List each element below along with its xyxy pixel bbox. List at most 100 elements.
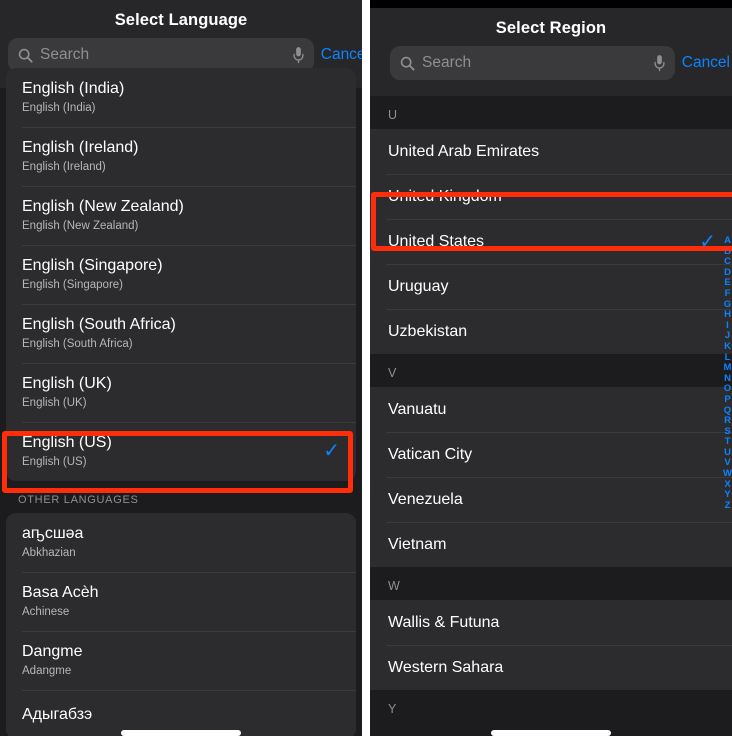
language-row-text: аҧсшәа Abkhazian bbox=[22, 523, 83, 561]
other-languages-group: аҧсшәа Abkhazian Basa Acèh Achinese Dangme Ad… bbox=[6, 513, 356, 736]
cancel-button-region[interactable]: Cancel bbox=[682, 54, 732, 72]
language-native-name: English (UK) bbox=[22, 375, 112, 392]
region-row[interactable]: United Kingdom bbox=[370, 174, 732, 219]
index-letter[interactable]: F bbox=[725, 288, 731, 300]
language-row[interactable]: English (Singapore) English (Singapore) bbox=[6, 245, 356, 304]
region-row[interactable]: Western Sahara bbox=[370, 645, 732, 690]
language-row[interactable]: аҧсшәа Abkhazian bbox=[6, 513, 356, 572]
microphone-icon[interactable] bbox=[292, 46, 305, 64]
language-native-name: English (New Zealand) bbox=[22, 198, 184, 215]
language-english-name: English (US) bbox=[22, 456, 87, 468]
home-indicator-left bbox=[121, 730, 241, 736]
language-row-text: Dangme Adangme bbox=[22, 641, 82, 679]
region-name: United Kingdom bbox=[388, 188, 502, 205]
checkmark-icon: ✓ bbox=[323, 440, 340, 462]
region-name: Western Sahara bbox=[388, 659, 504, 676]
language-english-name: Adangme bbox=[22, 665, 72, 677]
region-name: United States bbox=[388, 233, 485, 250]
checkmark-icon: ✓ bbox=[699, 230, 716, 253]
region-row[interactable]: Uzbekistan bbox=[370, 309, 732, 354]
language-english-name: English (New Zealand) bbox=[22, 220, 139, 232]
language-row[interactable]: English (US) English (US) ✓ bbox=[6, 422, 356, 481]
index-letter[interactable]: A bbox=[724, 235, 731, 247]
search-input-region[interactable]: Search bbox=[390, 46, 675, 80]
home-indicator-area-left bbox=[0, 722, 362, 736]
region-section-header: V bbox=[370, 354, 732, 387]
index-letter[interactable]: K bbox=[724, 341, 731, 353]
language-english-name: English (Singapore) bbox=[22, 279, 124, 291]
language-native-name: English (Singapore) bbox=[22, 257, 163, 274]
region-group: Vanuatu Vatican City Venezuela Vietnam bbox=[370, 387, 732, 567]
language-row-text: English (India) English (India) bbox=[22, 78, 124, 116]
region-name: Uruguay bbox=[388, 278, 449, 295]
language-row[interactable]: English (UK) English (UK) bbox=[6, 363, 356, 422]
region-nav-bar: Select Region Search Cancel bbox=[370, 8, 732, 96]
search-input-language[interactable]: Search bbox=[8, 38, 314, 72]
index-letter[interactable]: Z bbox=[725, 500, 731, 512]
page-title-region: Select Region bbox=[495, 19, 607, 37]
language-native-name: English (South Africa) bbox=[22, 316, 176, 333]
panel-divider bbox=[362, 0, 370, 736]
region-name: Uzbekistan bbox=[388, 323, 468, 340]
home-indicator-area-right bbox=[370, 722, 732, 736]
cancel-button-language[interactable]: Cancel bbox=[321, 46, 362, 64]
language-row[interactable]: English (India) English (India) bbox=[6, 68, 356, 127]
region-row[interactable]: Wallis & Futuna bbox=[370, 600, 732, 645]
select-language-panel: Select Language Search Cance English (In… bbox=[0, 0, 362, 736]
language-row-text: English (US) English (US) bbox=[22, 432, 112, 470]
region-name: Vatican City bbox=[388, 446, 473, 463]
language-list-scroll[interactable]: English (India) English (India) English (I… bbox=[0, 68, 362, 736]
language-row-text: English (South Africa) English (South Afr… bbox=[22, 314, 176, 352]
language-row[interactable]: English (New Zealand) English (New Zealan… bbox=[6, 186, 356, 245]
language-row-text: English (Ireland) English (Ireland) bbox=[22, 137, 139, 175]
language-native-name: Dangme bbox=[22, 643, 83, 660]
language-english-name: English (India) bbox=[22, 102, 96, 114]
search-icon bbox=[18, 48, 33, 63]
search-icon bbox=[400, 56, 415, 71]
select-region-panel: Select Region Search Cancel U United Ara… bbox=[370, 0, 732, 736]
language-english-name: Abkhazian bbox=[22, 547, 76, 559]
language-native-name: Basa Acèh bbox=[22, 584, 99, 601]
other-languages-header: OTHER LANGUAGES bbox=[18, 494, 139, 506]
language-row-text: Basa Acèh Achinese bbox=[22, 582, 99, 620]
region-name: Wallis & Futuna bbox=[388, 614, 500, 631]
home-indicator-right bbox=[491, 730, 611, 736]
index-letter[interactable]: P bbox=[724, 394, 730, 406]
alphabet-index-strip[interactable]: ABCDEFGHIJKLMNOPQRSTUVWXYZ bbox=[721, 235, 732, 512]
search-placeholder-region: Search bbox=[422, 54, 472, 71]
page-title-language: Select Language bbox=[114, 11, 248, 29]
language-row[interactable]: Basa Acèh Achinese bbox=[6, 572, 356, 631]
region-group: Wallis & Futuna Western Sahara bbox=[370, 600, 732, 690]
region-row[interactable]: United Arab Emirates bbox=[370, 129, 732, 174]
search-placeholder-language: Search bbox=[40, 46, 90, 63]
region-name: Venezuela bbox=[388, 491, 463, 508]
region-row[interactable]: Uruguay bbox=[370, 264, 732, 309]
region-row[interactable]: Vietnam bbox=[370, 522, 732, 567]
region-name: United Arab Emirates bbox=[388, 143, 540, 160]
region-row[interactable]: Vanuatu bbox=[370, 387, 732, 432]
language-english-name: English (UK) bbox=[22, 397, 87, 409]
region-list-scroll[interactable]: U United Arab Emirates United Kingdom Unite… bbox=[370, 96, 732, 723]
microphone-icon[interactable] bbox=[653, 54, 666, 72]
language-native-name: English (India) bbox=[22, 80, 125, 97]
region-section-header: U bbox=[370, 96, 732, 129]
screenshot-root: Select Language Search Cance English (In… bbox=[0, 0, 732, 736]
language-row[interactable]: English (Ireland) English (Ireland) bbox=[6, 127, 356, 186]
region-row[interactable]: United States ✓ bbox=[370, 219, 732, 264]
language-row-text: English (New Zealand) English (New Zealan… bbox=[22, 196, 184, 234]
left-device-surface: Select Language Search Cance English (In… bbox=[0, 0, 362, 736]
language-row[interactable]: Dangme Adangme bbox=[6, 631, 356, 690]
region-search-row: Search Cancel bbox=[370, 39, 732, 86]
region-name: Vanuatu bbox=[388, 401, 447, 418]
language-english-name: Achinese bbox=[22, 606, 70, 618]
region-row[interactable]: Venezuela bbox=[370, 477, 732, 522]
region-row[interactable]: Vatican City bbox=[370, 432, 732, 477]
language-row-text: English (Singapore) English (Singapore) bbox=[22, 255, 163, 293]
language-row[interactable]: English (South Africa) English (South Afr… bbox=[6, 304, 356, 363]
region-group: United Arab Emirates United Kingdom United… bbox=[370, 129, 732, 354]
language-native-name: English (US) bbox=[22, 434, 112, 451]
region-section-header: W bbox=[370, 567, 732, 600]
language-row-text: English (UK) English (UK) bbox=[22, 373, 112, 411]
language-english-name: English (South Africa) bbox=[22, 338, 133, 350]
region-name: Vietnam bbox=[388, 536, 447, 553]
